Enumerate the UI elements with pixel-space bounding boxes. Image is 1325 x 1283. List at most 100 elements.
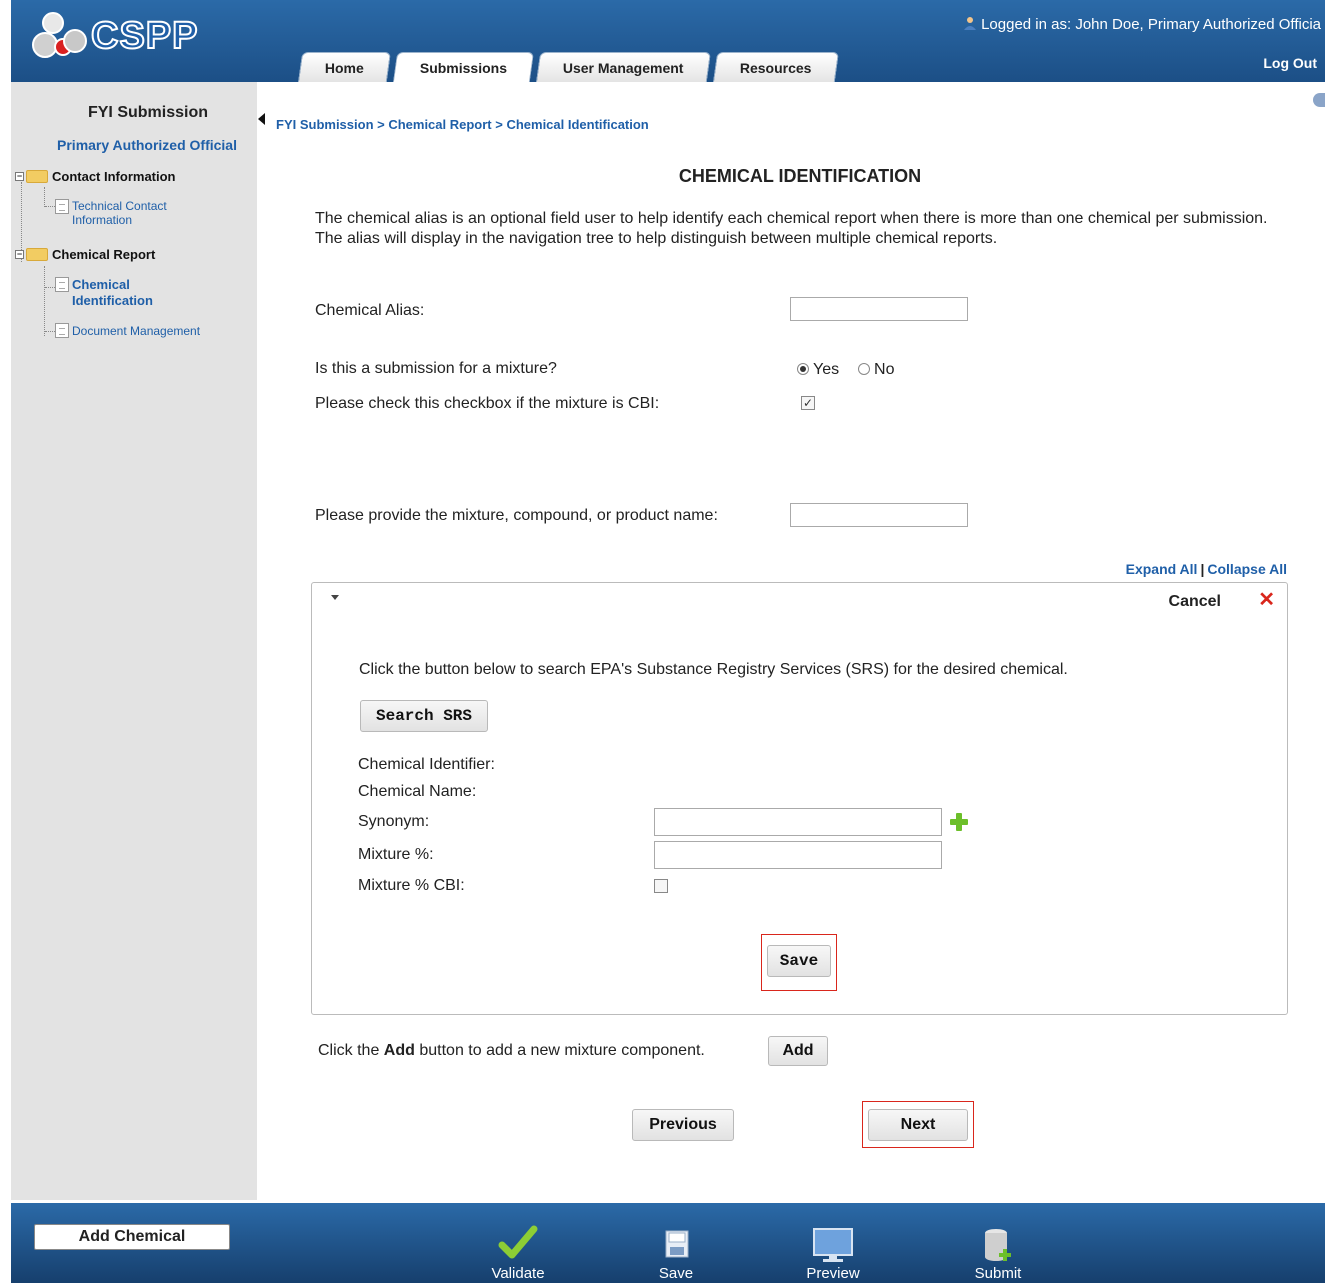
document-icon: [55, 277, 69, 292]
tree-leaf-label: Technical Contact Information: [72, 199, 167, 227]
preview-action[interactable]: Preview: [793, 1223, 873, 1282]
tab-home[interactable]: Home: [297, 52, 392, 82]
save-action[interactable]: Save: [636, 1223, 716, 1282]
panel-cancel-link[interactable]: Cancel: [1169, 593, 1221, 611]
sidebar-title: FYI Submission: [87, 104, 208, 121]
tree-leaf-label: Document Management: [72, 324, 201, 338]
tree-leaf-label: Chemical Identification: [72, 277, 153, 309]
search-srs-button[interactable]: Search SRS: [360, 700, 488, 732]
chemical-name-label: Chemical Name:: [358, 783, 477, 800]
chemical-identifier-label: Chemical Identifier:: [358, 756, 495, 773]
save-component-button[interactable]: Save: [767, 945, 831, 977]
tree-leaf-label-line2: Information: [72, 213, 133, 227]
product-name-input[interactable]: [790, 503, 968, 527]
action-footer: Add Chemical Validate Save Preview Submi…: [11, 1203, 1325, 1283]
submit-label: Submit: [974, 1265, 1022, 1282]
user-info-text: Logged in as: John Doe, Primary Authoriz…: [981, 16, 1321, 33]
save-label: Save: [658, 1265, 694, 1282]
logged-in-user: Logged in as: John Doe, Primary Authoriz…: [963, 16, 1321, 33]
tree-item-technical-contact[interactable]: Technical Contact Information: [55, 199, 167, 227]
tab-submissions[interactable]: Submissions: [392, 52, 535, 82]
mixture-question-label: Is this a submission for a mixture?: [315, 360, 557, 377]
chemical-alias-label: Chemical Alias:: [315, 302, 425, 319]
tree-connector: [44, 187, 45, 207]
validate-action[interactable]: Validate: [478, 1223, 558, 1282]
sidebar-subtitle: Primary Authorized Official: [57, 137, 237, 153]
molecule-logo-icon: [32, 12, 87, 58]
breadcrumb[interactable]: FYI Submission > Chemical Report > Chemi…: [276, 117, 649, 132]
srs-instructions: Click the button below to search EPA's S…: [359, 661, 1068, 678]
tree-node-chemical-report[interactable]: − Chemical Report: [15, 247, 155, 262]
add-component-button[interactable]: Add: [768, 1036, 828, 1066]
mixture-yes-label[interactable]: Yes: [813, 361, 839, 378]
collapse-sidebar-icon[interactable]: [258, 113, 265, 125]
mixture-percent-cbi-label: Mixture % CBI:: [358, 877, 465, 894]
add-instructions-bold: Add: [383, 1042, 415, 1059]
tree-leaf-label-line1: Chemical: [72, 277, 130, 292]
intro-text: The chemical alias is an optional field …: [315, 210, 1268, 247]
previous-button[interactable]: Previous: [632, 1109, 734, 1141]
tab-user-management-label: User Management: [562, 60, 684, 76]
tab-home-label: Home: [324, 60, 364, 76]
synonym-input[interactable]: [654, 808, 942, 836]
chemical-alias-input[interactable]: [790, 297, 968, 321]
document-icon: [55, 323, 69, 338]
cspp-logo[interactable]: CSPP: [31, 10, 198, 62]
tab-resources-label: Resources: [739, 60, 812, 76]
mixture-percent-cbi-checkbox[interactable]: [654, 879, 668, 893]
cbi-checkbox-label: Please check this checkbox if the mixtur…: [315, 395, 660, 412]
floppy-disk-icon: [665, 1230, 689, 1258]
navigation-sidebar: FYI Submission Primary Authorized Offici…: [11, 82, 257, 1200]
tree-item-document-management[interactable]: Document Management: [55, 323, 200, 339]
tab-submissions-label: Submissions: [419, 60, 507, 76]
main-tabs: Home Submissions User Management Resourc…: [297, 52, 842, 82]
add-instructions-prefix: Click the: [318, 1042, 384, 1059]
collapse-expander-icon[interactable]: −: [15, 250, 24, 259]
document-icon: [55, 199, 69, 214]
database-add-icon: [985, 1229, 1011, 1261]
collapse-expander-icon[interactable]: −: [15, 172, 24, 181]
tree-leaf-label-line2: Identification: [72, 293, 153, 308]
expand-collapse-links: Expand All | Collapse All: [1126, 561, 1287, 577]
collapse-all-link[interactable]: Collapse All: [1207, 561, 1287, 577]
tree-connector: [44, 266, 45, 336]
monitor-icon: [813, 1228, 853, 1262]
tree-item-chemical-identification[interactable]: Chemical Identification: [55, 277, 153, 309]
mixture-yes-radio[interactable]: [797, 363, 809, 375]
tree-leaf-label-line1: Technical Contact: [72, 199, 167, 213]
page-title: CHEMICAL IDENTIFICATION: [678, 166, 922, 186]
checkmark-icon: [498, 1225, 538, 1259]
preview-label: Preview: [806, 1265, 860, 1282]
add-component-instructions: Click the Add button to add a new mixtur…: [318, 1042, 705, 1060]
tree-node-label: Contact Information: [52, 169, 176, 184]
validate-label: Validate: [491, 1265, 545, 1282]
mixture-component-panel: Cancel ✕ Click the button below to searc…: [311, 582, 1288, 1015]
submit-action[interactable]: Submit: [958, 1223, 1038, 1282]
user-icon: [964, 17, 977, 30]
help-icon[interactable]: [1313, 93, 1325, 107]
mixture-radio-group: Yes No: [797, 361, 894, 379]
app-header: CSPP Logged in as: John Doe, Primary Aut…: [11, 0, 1325, 82]
add-synonym-icon[interactable]: [950, 813, 968, 831]
mixture-percent-input[interactable]: [654, 841, 942, 869]
synonym-label: Synonym:: [358, 813, 430, 830]
expand-all-link[interactable]: Expand All: [1126, 561, 1198, 577]
logout-link[interactable]: Log Out: [1263, 55, 1317, 71]
tab-resources[interactable]: Resources: [712, 52, 839, 82]
tree-node-label: Chemical Report: [52, 247, 156, 262]
mixture-percent-label: Mixture %:: [358, 846, 434, 863]
brand-name: CSPP: [90, 14, 199, 58]
link-separator: |: [1200, 561, 1205, 577]
mixture-cbi-checkbox[interactable]: ✓: [801, 396, 815, 410]
panel-collapse-icon[interactable]: [331, 595, 339, 600]
tab-user-management[interactable]: User Management: [535, 52, 711, 82]
product-name-label: Please provide the mixture, compound, or…: [315, 507, 718, 524]
folder-icon: [26, 248, 48, 261]
close-icon[interactable]: ✕: [1258, 590, 1275, 610]
add-chemical-button[interactable]: Add Chemical: [34, 1224, 230, 1250]
mixture-no-radio[interactable]: [858, 363, 871, 375]
tree-node-contact-information[interactable]: − Contact Information: [15, 169, 176, 184]
next-button[interactable]: Next: [868, 1109, 968, 1141]
add-instructions-suffix: button to add a new mixture component.: [414, 1042, 705, 1059]
mixture-no-label[interactable]: No: [874, 361, 894, 378]
